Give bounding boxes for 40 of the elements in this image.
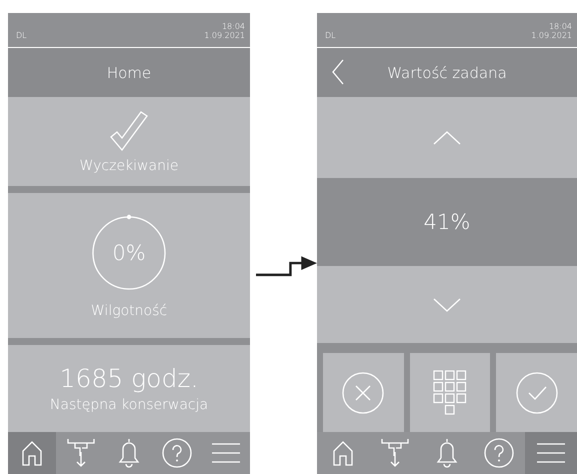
setpoint-value: 41% <box>424 210 470 234</box>
check-icon <box>109 110 149 152</box>
maintenance-card[interactable]: 1685 godz. Następna konserwacja <box>8 345 250 432</box>
status-card[interactable]: Wyczekiwanie <box>8 97 250 186</box>
check-circle-icon <box>516 372 558 414</box>
menu-icon <box>537 442 565 464</box>
bell-icon <box>118 438 140 468</box>
keypad-icon <box>433 370 467 416</box>
back-chevron-icon <box>331 59 345 85</box>
clock-date: 1.09.2021 <box>531 31 572 40</box>
nav-button[interactable] <box>525 432 577 474</box>
screen-title: Home <box>106 64 152 82</box>
home-icon <box>21 440 44 466</box>
user-label: DL <box>16 31 27 40</box>
close-icon <box>342 372 384 414</box>
back-button[interactable] <box>331 59 345 85</box>
drain-icon <box>381 438 409 468</box>
user-label: DL <box>325 31 336 40</box>
bell-icon <box>436 438 458 468</box>
maintenance-label: Następna konserwacja <box>50 397 208 413</box>
menu-icon <box>212 442 240 464</box>
cancel-button[interactable] <box>323 353 404 432</box>
screen-title: Wartość zadana <box>387 64 507 82</box>
keypad-button[interactable] <box>410 353 490 432</box>
clock-time: 18:04 <box>548 22 572 31</box>
humidity-label: Wilgotność <box>90 302 168 318</box>
status-label: Wyczekiwanie <box>80 158 178 174</box>
drain-icon <box>66 438 95 468</box>
help-icon <box>162 438 192 468</box>
down-chevron-icon <box>433 298 461 312</box>
confirm-button[interactable] <box>496 353 577 432</box>
humidity-card[interactable]: 0% Wilgotność <box>8 193 250 338</box>
clock-time: 18:04 <box>222 22 245 31</box>
help-icon <box>484 438 514 468</box>
humidity-value: 0% <box>112 240 146 264</box>
hours-value: 1685 godz. <box>60 364 198 393</box>
up-chevron-icon <box>433 130 461 144</box>
nav-button[interactable] <box>8 432 56 474</box>
clock-date: 1.09.2021 <box>204 31 245 40</box>
home-icon <box>332 440 354 466</box>
